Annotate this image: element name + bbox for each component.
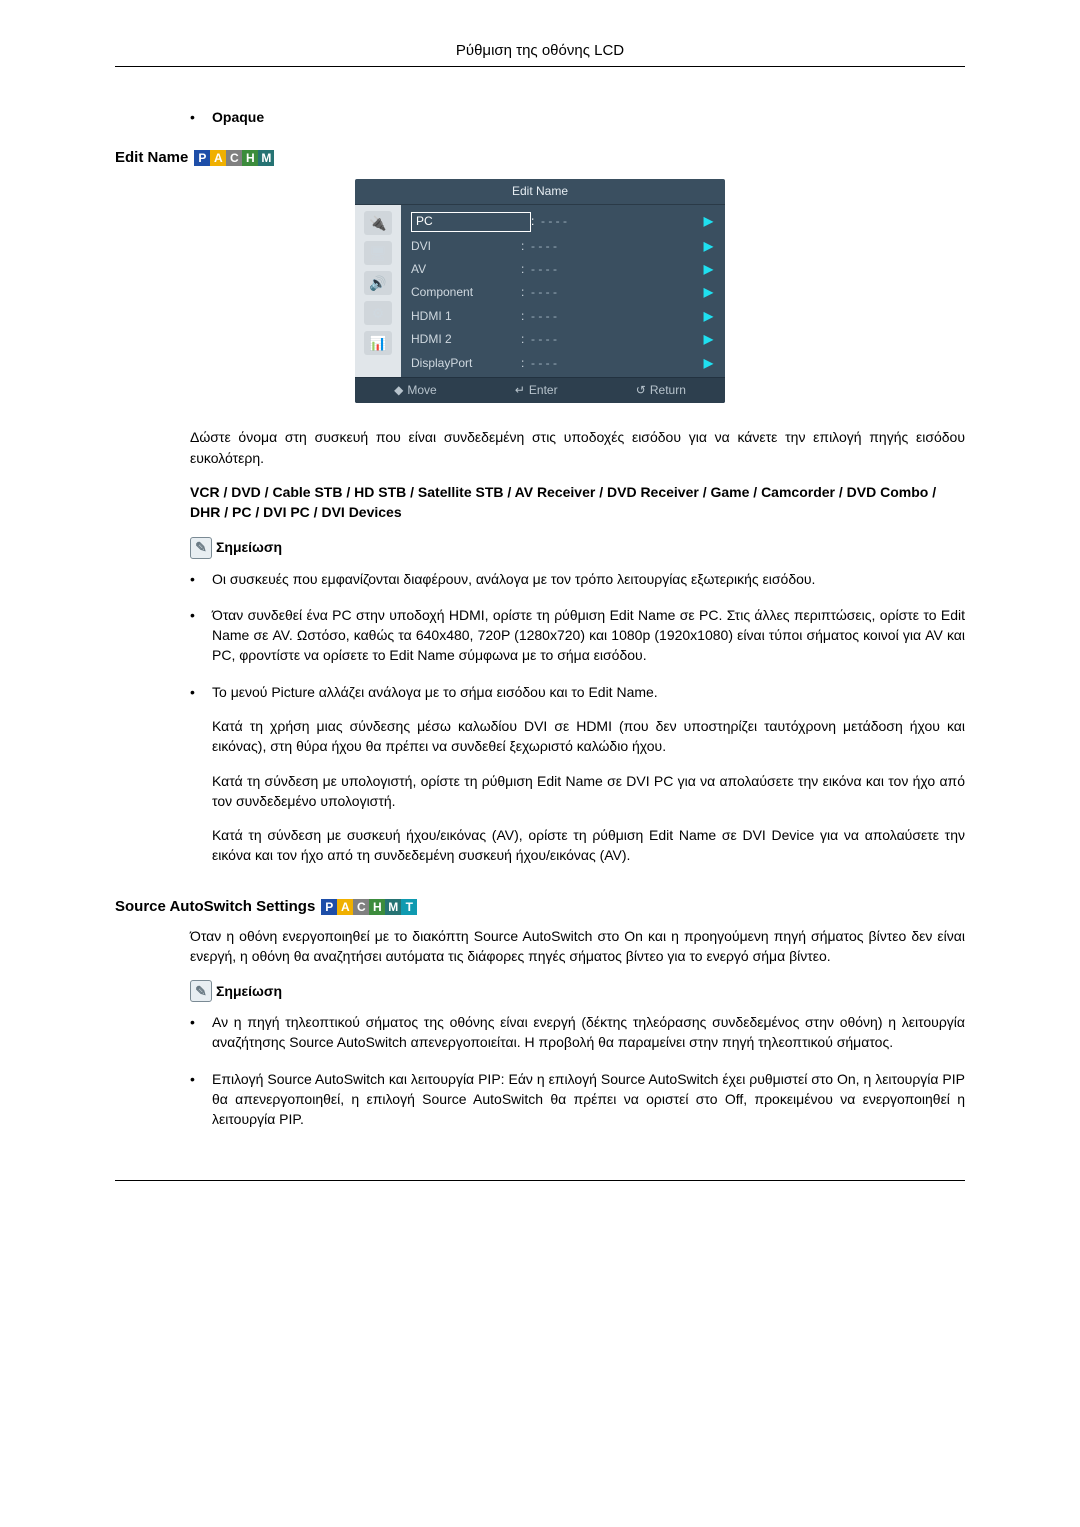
opaque-item: • Opaque [190, 107, 965, 127]
osd-icon-multi: 📊 [364, 331, 392, 355]
page-header: Ρύθμιση της οθόνης LCD [115, 40, 965, 67]
arrow-right-icon: ▶ [704, 284, 717, 301]
osd-body: 🔌 🖥 🔊 ⚙ 📊 PC : - - - - ▶ DVI : [355, 205, 725, 377]
osd-row: DisplayPort : - - - - ▶ [411, 352, 717, 375]
badge-m-icon: M [258, 150, 274, 166]
arrow-right-icon: ▶ [704, 261, 717, 278]
badge-c-icon: C [353, 899, 369, 915]
arrow-right-icon: ▶ [704, 355, 717, 372]
document-page: Ρύθμιση της οθόνης LCD • Opaque Edit Nam… [0, 0, 1080, 1241]
list-item: Το μενού Picture αλλάζει ανάλογα με το σ… [190, 682, 965, 880]
badge-t-icon: T [401, 899, 417, 915]
list-item-body: Όταν συνδεθεί ένα PC στην υποδοχή HDMI, … [212, 605, 965, 666]
badge-h-icon: H [242, 150, 258, 166]
osd-icon-setup: ⚙ [364, 301, 392, 325]
osd-title: Edit Name [355, 179, 725, 205]
osd-sidebar: 🔌 🖥 🔊 ⚙ 📊 [355, 205, 401, 377]
osd-rows: PC : - - - - ▶ DVI : - - - - ▶ AV : [401, 205, 725, 377]
devices-list: VCR / DVD / Cable STB / HD STB / Satelli… [190, 482, 965, 523]
edit-name-title: Edit Name [115, 147, 188, 169]
badge-a-icon: A [210, 150, 226, 166]
osd-icon-input: 🔌 [364, 211, 392, 235]
bullet-dot: • [190, 107, 212, 127]
osd-row: DVI : - - - - ▶ [411, 235, 717, 258]
osd-row: PC : - - - - ▶ [411, 209, 717, 234]
note-icon: ✎ [190, 980, 212, 1002]
autoswitch-body: Όταν η οθόνη ενεργοποιηθεί με το διακόπτ… [190, 926, 965, 1130]
osd-row-value: - - - - [541, 213, 704, 230]
badge-h-icon: H [369, 899, 385, 915]
list-item: Όταν συνδεθεί ένα PC στην υποδοχή HDMI, … [190, 605, 965, 666]
autoswitch-intro: Όταν η οθόνη ενεργοποιηθεί με το διακόπτ… [190, 926, 965, 967]
list-item-body: Επιλογή Source AutoSwitch και λειτουργία… [212, 1069, 965, 1130]
return-icon: ↺ [636, 382, 646, 399]
list-item-body: Το μενού Picture αλλάζει ανάλογα με το σ… [212, 682, 965, 880]
badge-p-icon: P [194, 150, 210, 166]
note-label: Σημείωση [216, 537, 282, 557]
footer-rule [115, 1180, 965, 1181]
osd-footer: ◆Move ↵Enter ↺Return [355, 377, 725, 403]
osd-panel: Edit Name 🔌 🖥 🔊 ⚙ 📊 PC : - - - - ▶ [355, 179, 725, 404]
osd-icon-picture: 🖥 [364, 241, 392, 265]
badge-p-icon: P [321, 899, 337, 915]
osd-icon-sound: 🔊 [364, 271, 392, 295]
body-indent: • Opaque [190, 107, 965, 127]
badge-a-icon: A [337, 899, 353, 915]
osd-row-label: PC [411, 212, 531, 231]
arrow-right-icon: ▶ [704, 308, 717, 325]
osd-footer-move: ◆Move [394, 382, 437, 399]
list-item: Αν η πηγή τηλεοπτικού σήματος της οθόνης… [190, 1012, 965, 1053]
move-icon: ◆ [394, 382, 403, 399]
note-icon: ✎ [190, 537, 212, 559]
osd-row: HDMI 1 : - - - - ▶ [411, 305, 717, 328]
list-item: Επιλογή Source AutoSwitch και λειτουργία… [190, 1069, 965, 1130]
edit-name-body: Δώστε όνομα στη συσκευή που είναι συνδεδ… [190, 427, 965, 879]
list-item-body: Οι συσκευές που εμφανίζονται διαφέρουν, … [212, 569, 965, 589]
list-item-body: Αν η πηγή τηλεοπτικού σήματος της οθόνης… [212, 1012, 965, 1053]
osd-figure: Edit Name 🔌 🖥 🔊 ⚙ 📊 PC : - - - - ▶ [355, 179, 965, 404]
autoswitch-title: Source AutoSwitch Settings [115, 896, 315, 918]
badge-m-icon: M [385, 899, 401, 915]
edit-name-badges: P A C H M [194, 150, 274, 166]
autoswitch-badges: P A C H M T [321, 899, 417, 915]
enter-icon: ↵ [515, 382, 525, 399]
osd-footer-return: ↺Return [636, 382, 686, 399]
note-heading: ✎ Σημείωση [190, 980, 965, 1002]
arrow-right-icon: ▶ [704, 331, 717, 348]
autoswitch-heading: Source AutoSwitch Settings P A C H M T [115, 896, 965, 918]
osd-row: Component : - - - - ▶ [411, 281, 717, 304]
badge-c-icon: C [226, 150, 242, 166]
osd-row: AV : - - - - ▶ [411, 258, 717, 281]
osd-row: HDMI 2 : - - - - ▶ [411, 328, 717, 351]
osd-footer-enter: ↵Enter [515, 382, 558, 399]
list-item: Οι συσκευές που εμφανίζονται διαφέρουν, … [190, 569, 965, 589]
edit-name-intro: Δώστε όνομα στη συσκευή που είναι συνδεδ… [190, 427, 965, 468]
opaque-label: Opaque [212, 107, 264, 127]
edit-name-heading: Edit Name P A C H M [115, 147, 965, 169]
arrow-right-icon: ▶ [704, 213, 717, 230]
edit-name-list: Οι συσκευές που εμφανίζονται διαφέρουν, … [190, 569, 965, 880]
autoswitch-list: Αν η πηγή τηλεοπτικού σήματος της οθόνης… [190, 1012, 965, 1129]
note-heading: ✎ Σημείωση [190, 537, 965, 559]
note-label: Σημείωση [216, 981, 282, 1001]
arrow-right-icon: ▶ [704, 238, 717, 255]
